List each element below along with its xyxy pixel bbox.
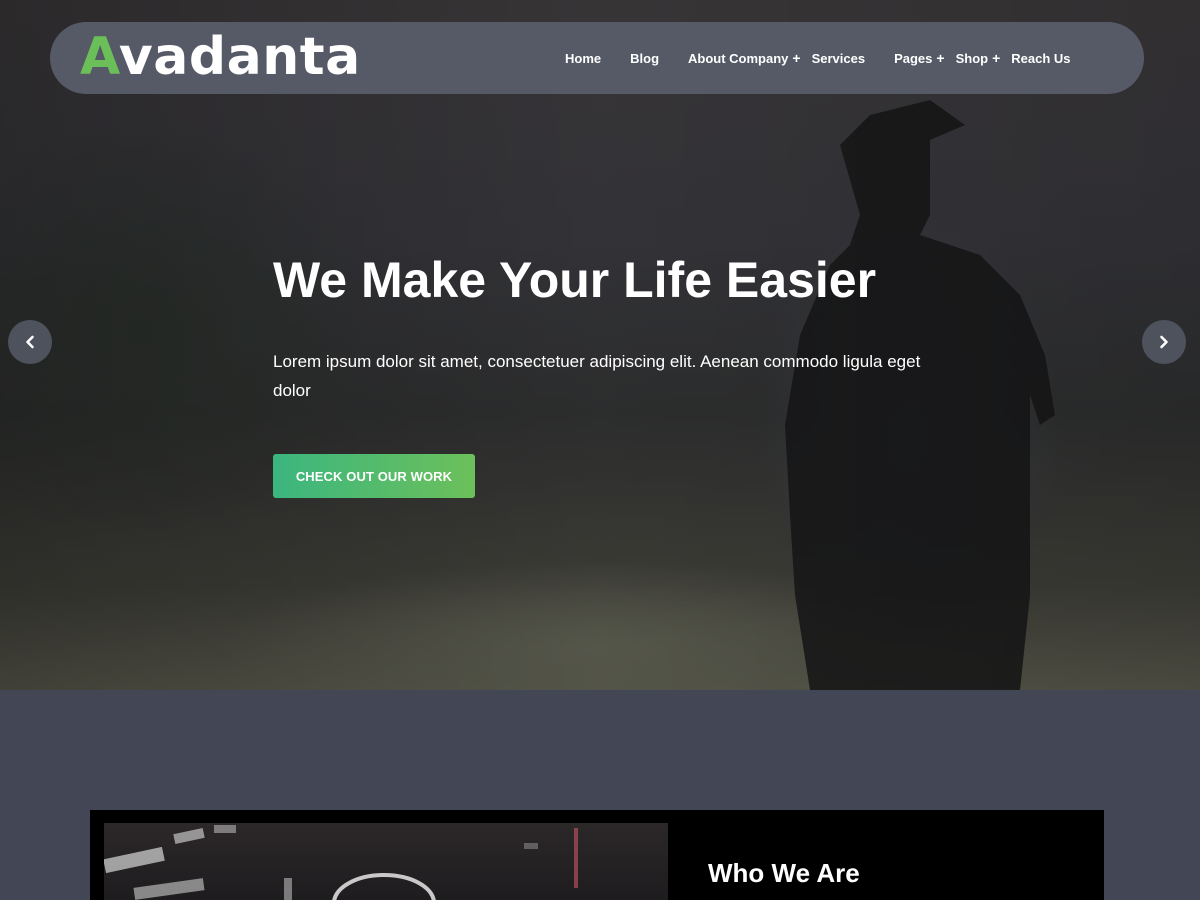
hero-text: Lorem ipsum dolor sit amet, consectetuer… [273,352,921,400]
hero-slider [0,0,1200,690]
navbar: Avadanta Home Blog About Company + Servi… [50,22,1144,94]
nav-item-label: Home [565,50,602,66]
plus-icon[interactable]: + [936,51,944,65]
logo-first-letter: A [80,27,119,87]
nav-item-label: Reach Us [1011,50,1071,66]
plus-icon[interactable]: + [992,51,1000,65]
nav-item-shop[interactable]: Shop + [956,22,1001,94]
site-logo[interactable]: Avadanta [80,24,361,90]
hero-overlay [0,0,1200,690]
nav-item-label: Shop [955,50,989,66]
hero-title: We Make Your Life Easier [273,252,877,308]
nav-item-blog[interactable]: Blog [630,22,659,94]
nav-item-label: About Company [688,50,789,66]
about-section: Who We Are [90,810,1104,900]
slider-next-button[interactable] [1142,320,1186,364]
nav-item-pages[interactable]: Pages + [894,22,945,94]
nav-item-label: Services [811,50,866,66]
nav-item-home[interactable]: Home [565,22,601,94]
chevron-right-icon [1160,335,1168,349]
slider-prev-button[interactable] [8,320,52,364]
nav-item-services[interactable]: Services [812,22,866,94]
nav-item-about-company[interactable]: About Company + [688,22,801,94]
chevron-left-icon [26,335,34,349]
about-image [104,823,668,900]
main-nav: Home Blog About Company + Services Pages… [565,22,1071,94]
logo-rest: vadanta [118,27,361,87]
plus-icon[interactable]: + [792,51,800,65]
camera-image [104,825,578,900]
check-out-work-button[interactable]: CHECK OUT OUR WORK [273,454,475,498]
nav-item-reach-us[interactable]: Reach Us [1011,22,1070,94]
nav-item-label: Blog [630,50,660,66]
about-title: Who We Are [708,858,860,888]
nav-item-label: Pages [894,50,933,66]
